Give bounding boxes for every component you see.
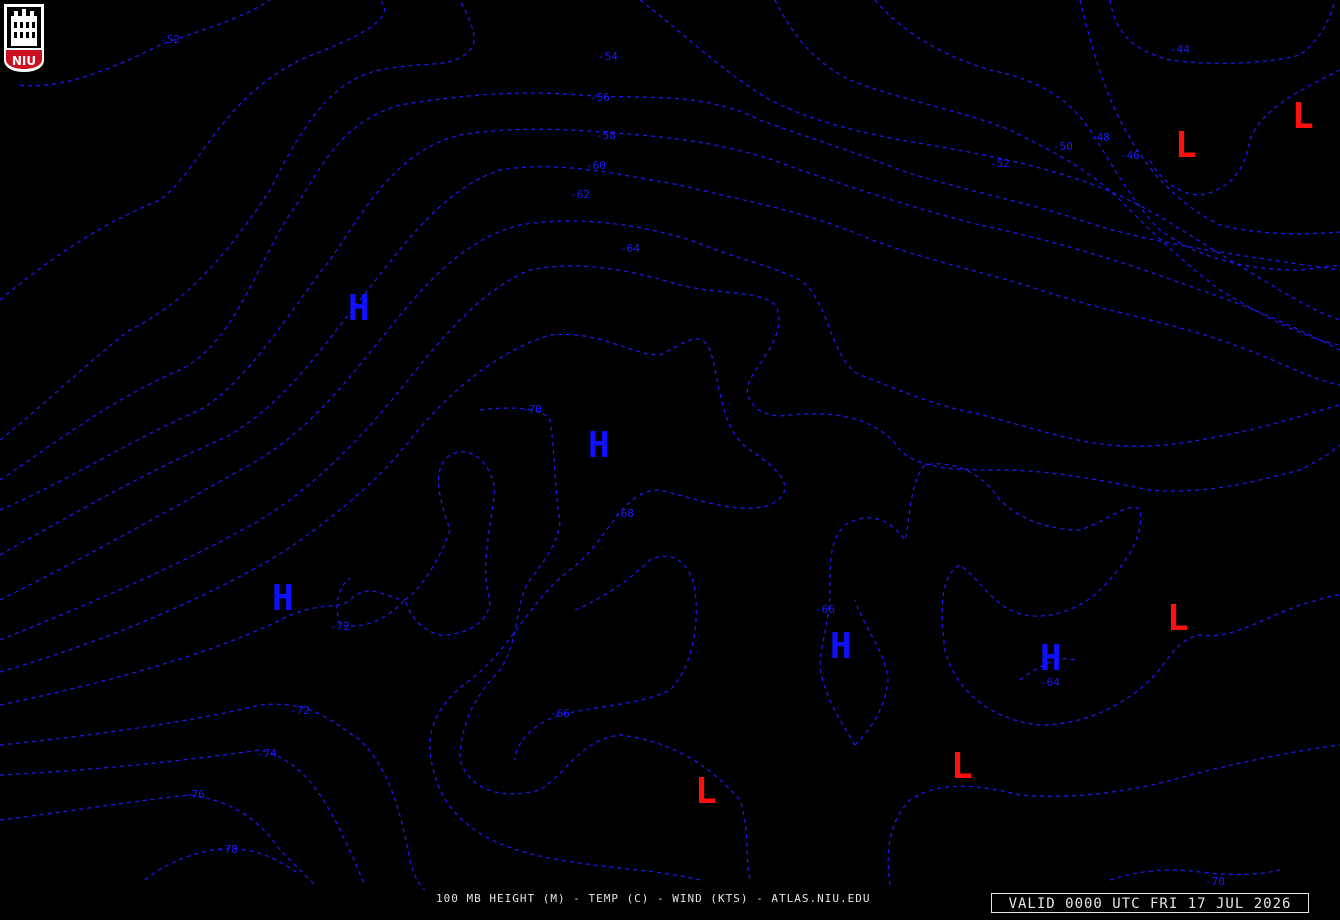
high-pressure-marker: H — [1040, 638, 1062, 679]
contour-label: -64 — [620, 242, 640, 255]
contour-label: -68 — [614, 507, 634, 520]
contour-label: -70 — [522, 403, 542, 416]
contour-label: -60 — [586, 159, 606, 172]
isotherm-line — [1109, 869, 1281, 881]
isotherm-line — [514, 555, 697, 761]
low-pressure-marker: L — [695, 771, 717, 812]
high-pressure-marker: H — [830, 626, 852, 667]
isotherm-line — [0, 703, 426, 891]
isotherm-line — [19, 0, 271, 87]
contour-label: -58 — [596, 129, 616, 142]
isotherm-line — [0, 0, 386, 301]
contour-label: -72 — [330, 620, 350, 633]
contour-label: -72 — [290, 704, 310, 717]
high-pressure-marker: H — [588, 425, 610, 466]
isotherm-line — [0, 749, 366, 886]
contour-labels: -52 -54 -56 -58 -60 -62 -64 -70 -68 -72 … — [160, 33, 1225, 888]
contour-label: -74 — [257, 747, 277, 760]
low-pressure-marker: L — [951, 746, 973, 787]
contour-label: -48 — [1090, 131, 1110, 144]
contour-label: -76 — [185, 788, 205, 801]
contour-label: -56 — [590, 91, 610, 104]
isotherm-line — [0, 265, 1340, 641]
valid-time-box: VALID 0000 UTC FRI 17 JUL 2026 — [991, 893, 1309, 913]
low-pressure-marker: L — [1292, 96, 1314, 137]
isotherm-line — [0, 166, 1340, 556]
isotherm-line — [819, 463, 1340, 746]
high-pressure-marker: H — [272, 578, 294, 619]
low-pressure-marker: L — [1175, 125, 1197, 166]
logo-text: NIU — [12, 54, 36, 68]
isotherm-line — [0, 333, 786, 881]
contour-label: -52 — [990, 157, 1010, 170]
contour-label: -50 — [1053, 140, 1073, 153]
isotherm-line — [1109, 0, 1336, 64]
map-footer-caption: 100 MB HEIGHT (M) - TEMP (C) - WIND (KTS… — [436, 892, 871, 905]
contour-label: -70 — [1205, 875, 1225, 888]
contour-label: -66 — [815, 603, 835, 616]
niu-logo: NIU — [4, 4, 44, 72]
high-pressure-marker: H — [348, 288, 370, 329]
isotherm-contours — [0, 0, 1340, 891]
contour-label: -52 — [160, 33, 180, 46]
isotherm-line — [336, 451, 496, 636]
isotherm-line — [0, 794, 316, 886]
isotherm-line — [0, 128, 1340, 511]
contour-label: -62 — [570, 188, 590, 201]
weather-map: -52 -54 -56 -58 -60 -62 -64 -70 -68 -72 … — [0, 0, 1340, 891]
isotherm-line — [774, 0, 1340, 346]
contour-label: -54 — [598, 50, 618, 63]
isotherm-line — [0, 590, 406, 706]
contour-label: -66 — [550, 707, 570, 720]
contour-label: -78 — [218, 843, 238, 856]
contour-label: -44 — [1170, 43, 1190, 56]
pressure-centers: H H H H H L L L L L — [272, 96, 1314, 812]
isotherm-line — [854, 599, 889, 746]
low-pressure-marker: L — [1167, 598, 1189, 639]
isotherm-line — [0, 0, 475, 441]
contour-label: -46 — [1120, 149, 1140, 162]
